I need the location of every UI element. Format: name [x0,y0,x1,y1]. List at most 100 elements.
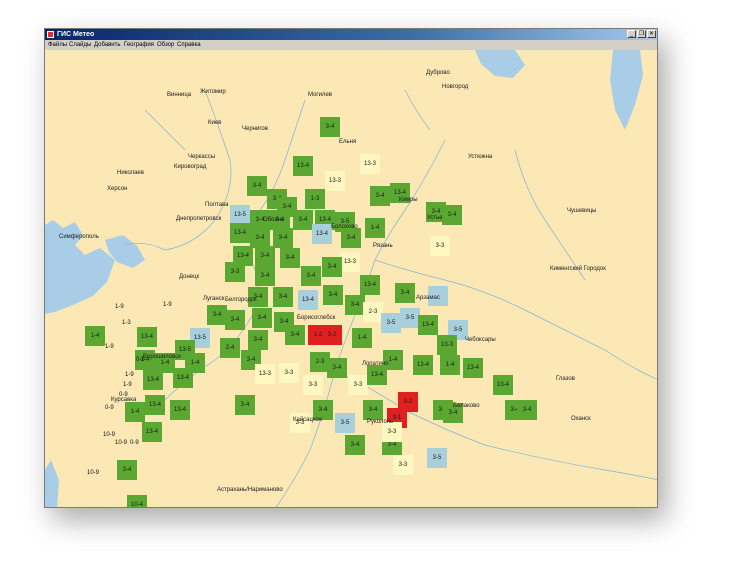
city-label: Новгород [442,84,469,90]
map-cell[interactable]: 13-4 [145,395,165,415]
map-cell[interactable]: 2-4 [220,338,240,358]
map-cell[interactable]: 3-4 [225,310,245,330]
city-label: Черкассы [188,154,216,160]
map-view[interactable]: 3-413-43-43-43-413-313-31-33-413-43-43-4… [45,50,657,507]
map-cell[interactable]: 13-5 [230,205,250,225]
map-cell[interactable]: 3-4 [207,305,227,325]
map-cell[interactable]: 3-4 [370,186,390,206]
map-cell[interactable]: 3-4 [273,228,293,248]
minimize-button[interactable]: _ [627,30,636,38]
menu-geography[interactable]: География [124,40,154,50]
map-cell[interactable]: 13-4 [418,315,438,335]
map-cell[interactable]: 1-4 [352,328,372,348]
city-label: Руколопь [367,419,394,425]
map-cell[interactable]: 1-4 [440,355,460,375]
map-cell[interactable]: 3-4 [273,287,293,307]
map-cell[interactable]: 13-4 [173,368,193,388]
map-cell[interactable]: 13-4 [137,327,157,347]
menu-help[interactable]: Справка [177,40,201,50]
map-cell[interactable]: 3-4 [293,210,313,230]
map-cell[interactable]: 13-4 [463,358,483,378]
map-cell[interactable]: 13-4 [293,156,313,176]
city-label: Устюжна [468,154,493,160]
map-cell[interactable]: 13-4 [298,290,318,310]
menu-files[interactable]: Файлы [48,40,67,50]
map-cell[interactable]: 13-4 [143,370,163,390]
map-cell[interactable]: 3-4 [320,117,340,137]
map-cell[interactable]: 2-3 [363,302,383,322]
menu-overview[interactable]: Обзор [157,40,174,50]
cell-value-label: 1-9 [105,344,114,350]
cell-value-label: 1-9 [163,302,172,308]
map-cell[interactable]: 3-4 [327,358,347,378]
map-cell[interactable]: 3-3 [279,363,299,383]
map-cell[interactable]: 3-5 [427,448,447,468]
map-cell[interactable]: 1-4 [85,326,105,346]
map-cell[interactable]: 3-4 [301,266,321,286]
map-cell[interactable]: 3-4 [363,400,383,420]
map-cell[interactable]: 3-4 [322,257,342,277]
map-cell[interactable]: 1-3 [305,189,325,209]
map-cell[interactable]: 13-4 [230,223,250,243]
city-label: Херсон [107,186,128,192]
map-cell[interactable]: 13-3 [255,364,275,384]
map-cell[interactable]: 13-4 [312,224,332,244]
map-cell[interactable]: 13-4 [170,400,190,420]
menu-slides[interactable]: Слайды [69,40,91,50]
city-label: Днепропетровск [176,216,222,222]
map-cell[interactable]: 3-4 [117,460,137,480]
city-label: Глазов [556,376,575,382]
map-cell[interactable]: 13-3 [360,154,380,174]
city-label: Борисоглебск [297,315,336,321]
map-cell[interactable]: 3-4 [395,283,415,303]
map-cell[interactable]: 10-4 [127,495,147,507]
maximize-button[interactable]: ❐ [637,30,646,38]
map-cell[interactable]: 1-4 [365,218,385,238]
map-cell[interactable]: 3-4 [250,228,270,248]
map-cell[interactable]: 3-4 [345,295,365,315]
map-cell[interactable]: 13-3 [325,171,345,191]
city-label: Чушевицы [567,208,597,214]
city-label: Чернигов [242,126,268,132]
map-cell[interactable]: 1-4 [125,402,145,422]
map-cell[interactable]: 3-3 [303,375,323,395]
map-cell[interactable]: 3-3 [348,375,368,395]
map-cell[interactable]: 3-4 [341,228,361,248]
cell-value-label: 1-3 [122,320,131,326]
map-cell[interactable]: 3-3 [393,455,413,475]
map-cell[interactable]: 3-4 [252,308,272,328]
city-label: Чебоксары [465,337,496,343]
map-cell[interactable]: 3-4 [255,266,275,286]
cell-value-label: 0-9 [130,440,139,446]
city-label: Полтава [205,202,229,208]
map-cell[interactable]: 3-5 [335,413,355,433]
map-cell[interactable]: 3-4 [517,400,537,420]
city-label: Ворошиловск [143,354,181,360]
map-cell[interactable]: 3-3 [225,262,245,282]
map-cell[interactable]: 13-4 [360,275,380,295]
map-cell[interactable]: 3-4 [247,176,267,196]
close-button[interactable]: ✕ [647,30,656,38]
map-cell[interactable]: 3-4 [255,246,275,266]
title-bar[interactable]: ГИС Метео _ ❐ ✕ [45,29,657,40]
map-cell[interactable]: 3-4 [442,205,462,225]
map-cell[interactable]: 13-3 [340,252,360,272]
map-cell[interactable]: 13-4 [142,422,162,442]
map-cell[interactable]: 3-4 [248,330,268,350]
map-cell[interactable]: 13-4 [493,375,513,395]
map-cell[interactable]: 3-4 [323,285,343,305]
map-cell[interactable]: 3-4 [345,435,365,455]
map-cell[interactable]: 3-5 [400,308,420,328]
city-label: Устье [427,215,443,221]
map-cell[interactable]: 13-4 [413,355,433,375]
map-cell[interactable]: 3-4 [285,325,305,345]
map-cell[interactable]: 3-5 [381,313,401,333]
city-label: Лопатино [362,361,389,367]
map-cell[interactable]: 13-3 [437,335,457,355]
map-cell[interactable]: 3-2 [322,325,342,345]
map-cell[interactable]: 3-4 [235,395,255,415]
city-label: Болохово [331,224,358,230]
map-cell[interactable]: 3-3 [430,236,450,256]
map-cell[interactable]: 3-4 [280,248,300,268]
menu-add[interactable]: Добавить [94,40,121,50]
